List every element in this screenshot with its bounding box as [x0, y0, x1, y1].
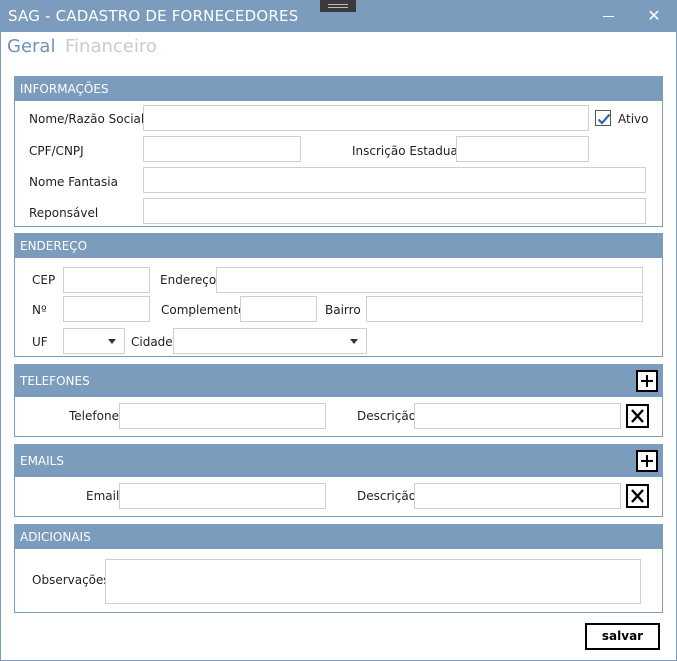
- endereco-input[interactable]: [216, 267, 643, 293]
- close-icon: [631, 409, 644, 423]
- tab-financeiro[interactable]: Financeiro: [65, 36, 157, 57]
- endereco-label: Endereço: [160, 273, 217, 287]
- minimize-button[interactable]: [596, 4, 620, 28]
- observacoes-label: Observações: [32, 573, 110, 587]
- inscricao-input[interactable]: [456, 136, 589, 162]
- uf-label: UF: [32, 335, 48, 349]
- emails-header: EMAILS: [15, 445, 662, 477]
- endereco-header: ENDEREÇO: [15, 234, 662, 258]
- plus-icon-stroke: [646, 455, 648, 467]
- complemento-label: Complemento: [161, 303, 246, 317]
- numero-input[interactable]: [63, 296, 150, 322]
- telefone-label: Telefone: [69, 409, 119, 423]
- add-email-button[interactable]: [636, 450, 658, 472]
- emails-title: EMAILS: [20, 454, 64, 468]
- chevron-down-icon: [108, 339, 116, 344]
- title-bar: SAG - CADASTRO DE FORNECEDORES ✕: [0, 0, 677, 32]
- add-telefone-button[interactable]: [636, 370, 658, 392]
- endereco-panel: ENDEREÇO CEP Endereço Nº Complemento Bai…: [14, 233, 663, 357]
- cpf-input[interactable]: [143, 136, 301, 162]
- bairro-input[interactable]: [366, 296, 643, 322]
- informacoes-panel: INFORMAÇÕES Nome/Razão Social Ativo CPF/…: [14, 76, 663, 227]
- email-descricao-label: Descrição: [357, 489, 417, 503]
- window-title: SAG - CADASTRO DE FORNECEDORES: [8, 7, 299, 25]
- responsavel-label: Reponsável: [29, 206, 99, 220]
- bairro-label: Bairro: [325, 303, 361, 317]
- complemento-input[interactable]: [240, 296, 317, 322]
- inscricao-label: Inscrição Estadual: [352, 144, 462, 158]
- nome-label: Nome/Razão Social: [29, 112, 145, 126]
- informacoes-header: INFORMAÇÕES: [15, 77, 662, 101]
- ativo-label: Ativo: [618, 112, 649, 126]
- remove-email-button[interactable]: [626, 484, 649, 508]
- numero-label: Nº: [32, 303, 47, 317]
- minimize-icon: [602, 16, 614, 17]
- nome-input[interactable]: [143, 105, 589, 131]
- adicionais-header: ADICIONAIS: [15, 525, 662, 549]
- remove-telefone-button[interactable]: [626, 404, 649, 428]
- uf-select[interactable]: [63, 328, 125, 354]
- cidade-select[interactable]: [173, 328, 367, 354]
- telefone-descricao-label: Descrição: [357, 409, 417, 423]
- responsavel-input[interactable]: [143, 198, 646, 224]
- email-descricao-input[interactable]: [414, 483, 621, 509]
- salvar-button[interactable]: salvar: [585, 623, 660, 650]
- fantasia-input[interactable]: [143, 167, 646, 193]
- emails-panel: EMAILS Email Descrição: [14, 444, 663, 517]
- cpf-label: CPF/CNPJ: [29, 144, 84, 158]
- email-input[interactable]: [119, 483, 326, 509]
- cep-label: CEP: [32, 273, 56, 287]
- plus-icon-stroke: [646, 375, 648, 387]
- cep-input[interactable]: [63, 267, 150, 293]
- close-button[interactable]: ✕: [642, 4, 666, 28]
- adicionais-panel: ADICIONAIS Observações: [14, 524, 663, 613]
- email-label: Email: [86, 489, 120, 503]
- cidade-label: Cidade: [131, 335, 173, 349]
- fantasia-label: Nome Fantasia: [29, 175, 118, 189]
- telefones-title: TELEFONES: [20, 374, 90, 388]
- telefone-descricao-input[interactable]: [414, 403, 621, 429]
- checkmark-icon: [597, 113, 611, 125]
- chevron-down-icon: [350, 339, 358, 344]
- ativo-checkbox[interactable]: [595, 110, 611, 126]
- close-icon: [631, 489, 644, 503]
- tab-geral[interactable]: Geral: [7, 36, 55, 57]
- telefones-panel: TELEFONES Telefone Descrição: [14, 364, 663, 437]
- telefone-input[interactable]: [119, 403, 326, 429]
- drag-grip-icon[interactable]: [320, 0, 356, 12]
- observacoes-textarea[interactable]: [105, 559, 641, 604]
- telefones-header: TELEFONES: [15, 365, 662, 397]
